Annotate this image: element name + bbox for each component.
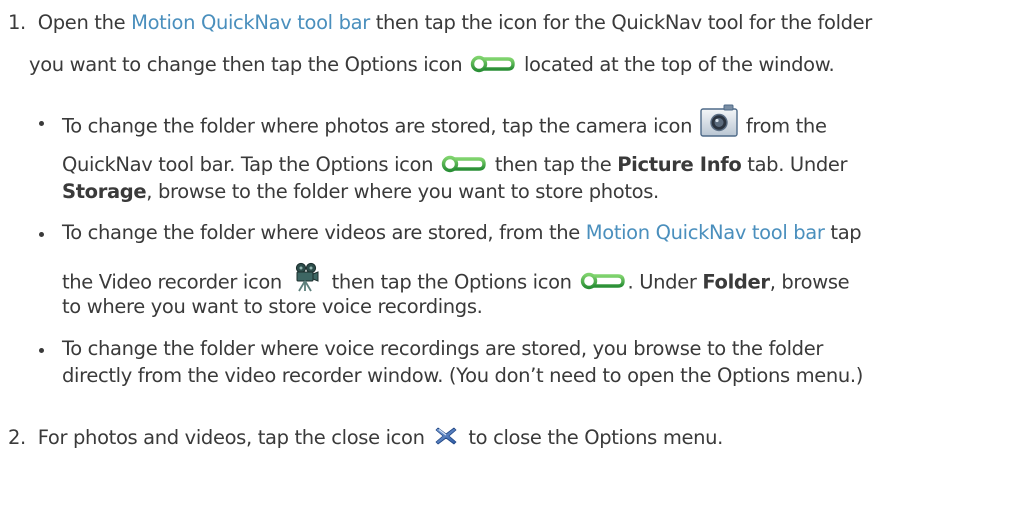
instructions-document: 1. Open the Motion QuickNav tool bar the… (0, 0, 1021, 505)
bullet-2-line-1: To change the folder where videos are st… (62, 221, 862, 245)
bullet-1-line-2: QuickNav tool bar. Tap the Options icon … (62, 153, 848, 177)
bullet-3-text-a: To change the folder where voice recordi… (62, 337, 824, 360)
bullet-1-text-f: , browse to the folder where you want to… (146, 180, 659, 203)
bullet-2-text-b: tap (824, 221, 862, 244)
bullet-2-text-a: To change the folder where videos are st… (62, 221, 586, 244)
motion-quicknav-toolbar-link[interactable]: Motion QuickNav tool bar (131, 11, 370, 34)
bullet-3-text-b: directly from the video recorder window.… (62, 364, 864, 387)
bullet-2-line-2: the Video recorder icon then tap the Opt… (62, 268, 850, 298)
bullet-1-line-3: Storage, browse to the folder where you … (62, 180, 659, 204)
bullet-2-text-f: , browse (769, 270, 850, 294)
close-icon (434, 425, 458, 447)
bullet-2-text-d: then tap the Options icon (331, 270, 572, 294)
step-1-text-d: located at the top of the window. (523, 53, 835, 76)
bullet-2-text-g: to where you want to store voice recordi… (62, 295, 483, 318)
bullet-1-line-1: To change the folder where photos are st… (62, 110, 827, 144)
bullet-1-text-b: from the (745, 114, 827, 138)
bullet-3-line-2: directly from the video recorder window.… (62, 364, 863, 388)
bullet-2-line-3: to where you want to store voice recordi… (62, 295, 483, 319)
step-2-number: 2. (8, 426, 26, 449)
bullet-3-line-1: To change the folder where voice recordi… (62, 337, 823, 361)
step-2-text-a: For photos and videos, tap the close ico… (37, 426, 425, 449)
bullet-2-text-c: the Video recorder icon (62, 270, 282, 294)
bullet-dot (39, 348, 44, 353)
step-1-text-c: you want to change then tap the Options … (29, 53, 463, 76)
motion-quicknav-toolbar-link[interactable]: Motion QuickNav tool bar (586, 221, 825, 244)
bullet-dot (39, 232, 44, 237)
options-icon (441, 153, 487, 175)
step-2-line: 2. For photos and videos, tap the close … (8, 426, 723, 450)
step-1-line-1: 1. Open the Motion QuickNav tool bar the… (8, 11, 872, 35)
storage-label: Storage (62, 180, 147, 203)
picture-info-tab-label: Picture Info (617, 153, 742, 176)
options-icon (470, 53, 516, 75)
bullet-1-text-a: To change the folder where photos are st… (62, 114, 693, 138)
step-1-line-2: you want to change then tap the Options … (29, 53, 835, 77)
video-recorder-icon (294, 262, 320, 292)
bullet-dot (39, 121, 44, 126)
step-1-text-b: then tap the icon for the QuickNav tool … (369, 11, 873, 34)
bullet-2-text-e: . Under (627, 270, 703, 294)
step-1-text-a: Open the (37, 11, 132, 34)
bullet-1-text-d: then tap the (494, 153, 618, 176)
step-1-number: 1. (8, 11, 26, 34)
step-2-text-b: to close the Options menu. (468, 426, 723, 449)
bullet-1-text-e: tab. Under (741, 153, 848, 176)
bullet-1-text-c: QuickNav tool bar. Tap the Options icon (62, 153, 434, 176)
options-icon (580, 270, 626, 292)
folder-label: Folder (702, 270, 770, 294)
camera-icon (700, 104, 738, 138)
